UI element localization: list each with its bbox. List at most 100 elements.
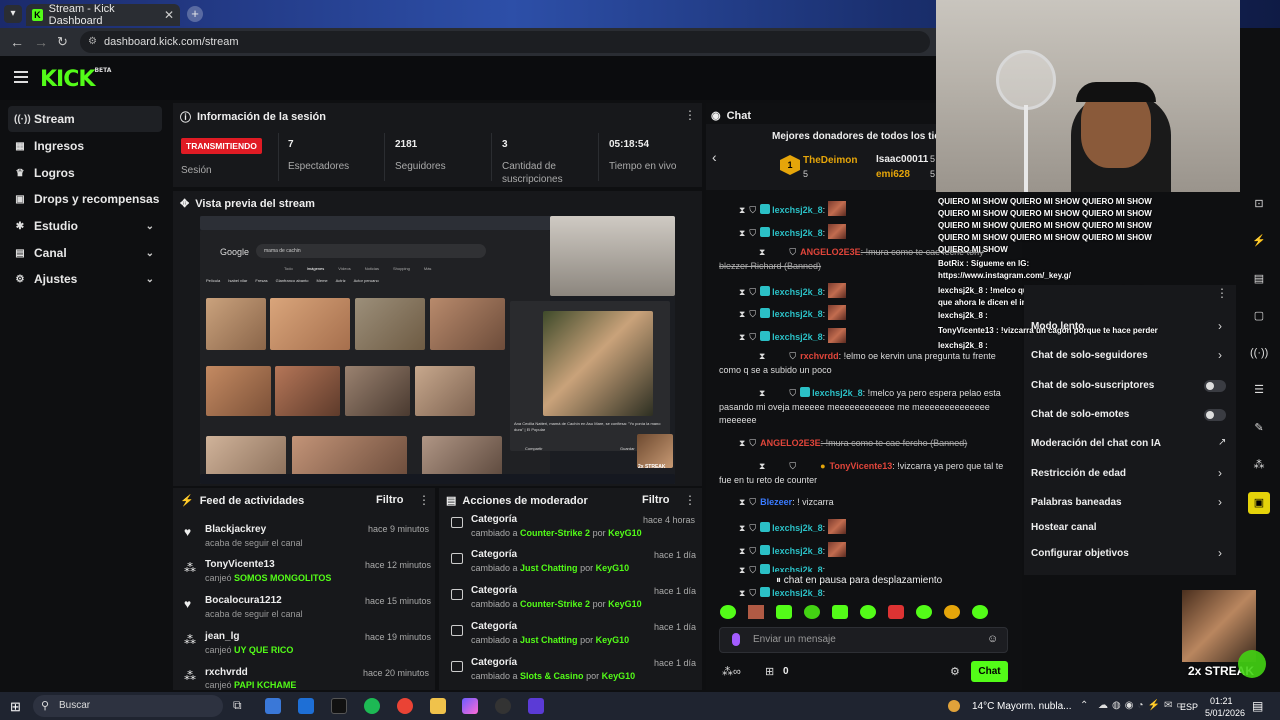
chat-message[interactable]: ⧗ ⛉ rxchvrdd: !elmo oe kervin una pregunta…: [719, 350, 1009, 377]
setting-goals[interactable]: Configurar objetivos: [1031, 548, 1129, 559]
clock-date[interactable]: 5/01/2026: [1205, 708, 1245, 718]
emotes-only-toggle[interactable]: [1204, 409, 1226, 421]
close-tab-icon[interactable]: ✕: [164, 8, 174, 22]
document-icon[interactable]: ▤: [1250, 270, 1268, 288]
emote-icon[interactable]: [748, 605, 764, 619]
emoji-icon[interactable]: ☺: [987, 633, 998, 645]
setting-host-channel[interactable]: Hostear canal: [1031, 522, 1097, 533]
emote-icon[interactable]: [860, 605, 876, 619]
sidebar-item-estudio[interactable]: ✱ Estudio ⌄: [8, 213, 162, 239]
clapper-icon[interactable]: ▣: [1248, 492, 1270, 514]
feed-filter-button[interactable]: Filtro: [376, 494, 404, 506]
emote-icon[interactable]: [720, 605, 736, 619]
setting-age-restriction[interactable]: Restricción de edad: [1031, 468, 1126, 479]
more-options-icon[interactable]: ⋮: [1216, 286, 1228, 300]
emote-icon[interactable]: [832, 605, 848, 619]
headset-shape: [1076, 82, 1156, 102]
chrome-icon[interactable]: [397, 698, 413, 714]
obs-icon[interactable]: [495, 698, 511, 714]
url-text: dashboard.kick.com/stream: [104, 36, 239, 48]
sidebar-item-logros[interactable]: ♛ Logros: [8, 160, 162, 186]
chat-message[interactable]: ⧗ ⛉ ● TonyVicente13: !vizcarra ya pero que …: [719, 460, 1009, 487]
emote-icon[interactable]: [776, 605, 792, 619]
setting-followers-only[interactable]: Chat de solo-seguidores: [1031, 350, 1148, 361]
emote-icon[interactable]: [944, 605, 960, 619]
emote-icon[interactable]: [804, 605, 820, 619]
site-info-icon[interactable]: ⚙: [88, 31, 97, 53]
tray-icons[interactable]: ☁◍◉◔⚡✉▭: [1098, 700, 1190, 711]
chat-paused-notice[interactable]: ⏸ chat en pausa para desplazamiento: [772, 572, 962, 589]
task-view-icon[interactable]: ⧉: [233, 698, 249, 714]
sidebar-item-canal[interactable]: ▤ Canal ⌄: [8, 240, 162, 266]
chat-message[interactable]: ⧗ ⛉ ANGELO2E3E: !mura como te cae fercho (…: [719, 437, 1009, 451]
feed-item-time: hace 19 minutos: [365, 632, 432, 642]
feed-item-sub: canjeó UY QUE RICO: [205, 645, 294, 655]
tray-expand-icon[interactable]: ⌃: [1080, 700, 1088, 711]
reload-icon[interactable]: ↻: [57, 34, 68, 50]
flash-icon[interactable]: ⚡: [1250, 232, 1268, 250]
mod-filter-button[interactable]: Filtro: [642, 494, 670, 506]
forward-icon[interactable]: →: [34, 34, 48, 50]
windows-start-icon[interactable]: ⊞: [10, 699, 21, 715]
browser-tab[interactable]: K Stream - Kick Dashboard ✕: [26, 3, 180, 27]
gift-icon[interactable]: ⊞: [765, 665, 774, 678]
url-input[interactable]: ⚙ dashboard.kick.com/stream: [80, 31, 930, 53]
back-icon[interactable]: ←: [10, 34, 24, 50]
tiktok-icon[interactable]: [331, 698, 347, 714]
overlay-botrix: BotRix : Sígueme en IG: https://www.inst…: [938, 259, 1071, 280]
chat-message[interactable]: ⧗ ⛉ Blezeer: ! vizcarra: [719, 496, 1009, 510]
redeem-icon[interactable]: ⁂: [1250, 456, 1268, 474]
setting-subs-only[interactable]: Chat de solo-suscriptores: [1031, 380, 1154, 391]
setting-banned-words[interactable]: Palabras baneadas: [1031, 497, 1122, 508]
spotify-icon[interactable]: [364, 698, 380, 714]
sidebar-item-ingresos[interactable]: ▦ Ingresos: [8, 133, 162, 159]
chat-message[interactable]: ⧗ ⛉ lexchsj2k_8: !melco ya pero espera pel…: [719, 387, 1009, 428]
folder-icon[interactable]: [430, 698, 446, 714]
menu-icon[interactable]: [14, 71, 28, 83]
emote-icon[interactable]: [916, 605, 932, 619]
wrench-icon[interactable]: ✎: [1250, 419, 1268, 437]
timeout-icon: ⧗: [739, 497, 746, 507]
stream-preview-video[interactable]: Google mama de cachin Todo Imágenes Vídeos…: [200, 216, 675, 484]
sidebar-item-stream[interactable]: ((·)) Stream: [8, 106, 162, 132]
taskbar-search[interactable]: ⚲ Buscar: [33, 695, 223, 717]
send-chat-button[interactable]: Chat: [971, 661, 1008, 682]
sidebar-item-ajustes[interactable]: ⚙ Ajustes ⌄: [8, 266, 162, 292]
points-icon[interactable]: ⁂∞: [722, 665, 741, 678]
language-indicator[interactable]: ESP: [1180, 702, 1198, 712]
chat-input[interactable]: Enviar un mensaje ☺: [719, 627, 1008, 653]
broadcast-icon[interactable]: ((·)): [1250, 344, 1268, 362]
setting-emotes-only[interactable]: Chat de solo-emotes: [1031, 409, 1129, 420]
chat-icon[interactable]: ▢: [1250, 307, 1268, 325]
app-icon[interactable]: [528, 698, 544, 714]
sidebar-item-drops[interactable]: ▣ Drops y recompensas: [8, 186, 162, 212]
heart-icon: ♥: [184, 597, 192, 611]
store-icon[interactable]: [265, 698, 281, 714]
chevron-left-icon[interactable]: ‹: [712, 149, 717, 165]
chat-settings-icon[interactable]: ⚙: [950, 665, 960, 678]
setting-slow-mode[interactable]: Modo lento: [1031, 321, 1084, 332]
chat-message[interactable]: ⧗ ⛉ lexchsj2k_8:: [719, 542, 1009, 559]
mod-item-title: Categoría: [471, 657, 518, 668]
chat-message[interactable]: ⧗ ⛉ lexchsj2k_8:: [719, 519, 1009, 536]
screenshot-icon[interactable]: ⊡: [1250, 195, 1268, 213]
kick-logo[interactable]: KICKBETA: [40, 67, 111, 92]
copilot-icon[interactable]: [462, 698, 478, 714]
emote-icon[interactable]: [888, 605, 904, 619]
mod-item-sub: cambiado a Slots & Casino por KeyG10: [471, 671, 636, 681]
emote-icon: [827, 328, 846, 343]
more-options-icon[interactable]: ⋮: [684, 493, 696, 507]
clock-time[interactable]: 01:21: [1210, 696, 1233, 706]
notifications-icon[interactable]: ▤: [1252, 699, 1263, 713]
outlook-icon[interactable]: [298, 698, 314, 714]
mod-item-time: hace 1 día: [654, 586, 697, 596]
new-tab-button[interactable]: +: [187, 6, 203, 22]
microphone-icon[interactable]: [732, 633, 740, 646]
emote-icon[interactable]: [972, 605, 988, 619]
setting-ai-moderation[interactable]: Moderación del chat con IA: [1031, 438, 1161, 449]
more-options-icon[interactable]: ⋮: [684, 108, 696, 122]
layout-icon[interactable]: ☰: [1250, 381, 1268, 399]
tab-search-icon[interactable]: ▾: [4, 5, 22, 23]
subs-only-toggle[interactable]: [1204, 380, 1226, 392]
more-options-icon[interactable]: ⋮: [418, 493, 430, 507]
